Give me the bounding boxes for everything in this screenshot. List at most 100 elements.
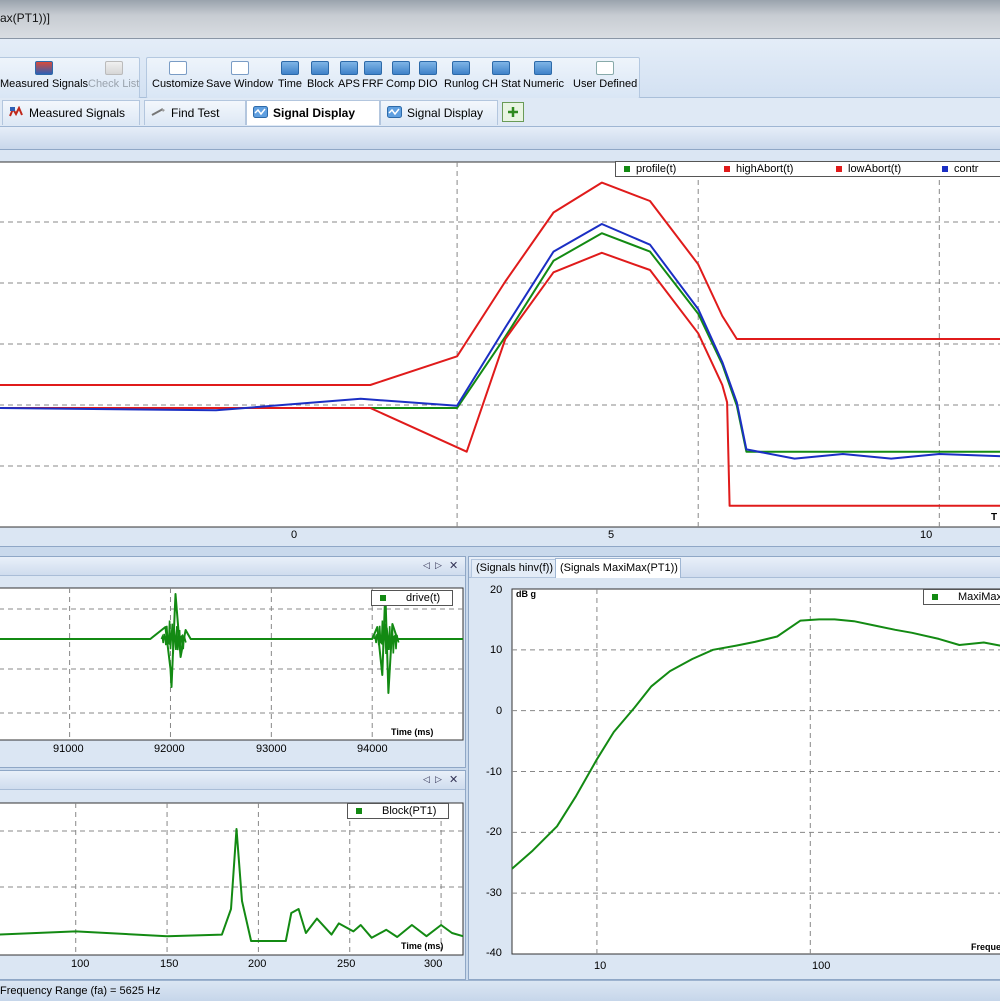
x-tick-label: 0 (291, 529, 298, 541)
tab-bar: Measured Signals Find Test Signal Displa… (0, 98, 1000, 127)
time-icon (281, 61, 300, 75)
toolbar-button-label: Customize (152, 78, 204, 90)
dio-icon (418, 61, 437, 75)
dio-button[interactable]: DIO (418, 61, 438, 90)
status-text: Frequency Range (fa) = 5625 Hz (0, 985, 161, 997)
legend-entry: Block(PT1) (382, 805, 437, 817)
x-tick-label: 93000 (256, 743, 287, 755)
status-bar: Frequency Range (fa) = 5625 Hz (0, 980, 1000, 1001)
block-panel-header: ◁ ▷ ✕ (0, 771, 465, 790)
legend-entry: drive(t) (406, 592, 441, 604)
legend-entry: highAbort(t) (736, 163, 794, 175)
toolbar-button-label: User Defined (573, 78, 638, 90)
find-test-icon (151, 108, 165, 116)
top-chart-panel: profile(t) highAbort(t) lowAbort(t) contr 0… (0, 149, 1000, 547)
tab-find-test[interactable]: Find Test (144, 100, 246, 125)
tab-signals-maximax[interactable]: (Signals MaxiMax(PT1)) (555, 558, 681, 578)
x-tick-label: 150 (160, 958, 179, 970)
panel-left-arrow-icon[interactable]: ◁ (423, 560, 430, 571)
tab-label: Find Test (171, 106, 220, 120)
frf-icon (363, 61, 382, 75)
frf-button[interactable]: FRF (362, 61, 383, 90)
legend-swatch (356, 807, 362, 814)
x-tick-label: 300 (424, 958, 443, 970)
runlog-button[interactable]: Runlog (444, 61, 479, 90)
x-axis-label: Time (ms) (391, 727, 434, 737)
legend-entry: profile(t) (636, 163, 677, 175)
y-tick-label: -40 (486, 947, 502, 959)
panel-right-arrow-icon[interactable]: ▷ (435, 774, 442, 785)
panel-right-arrow-icon[interactable]: ▷ (435, 560, 442, 571)
check-list-icon (104, 61, 123, 75)
comp-icon (391, 61, 410, 75)
user-defined-button[interactable]: User Defined (573, 61, 637, 90)
block-chart-legend: Block(PT1) (347, 803, 449, 819)
drive-chart-legend: drive(t) (371, 590, 453, 606)
legend-swatch (942, 165, 948, 172)
ch-stat-button[interactable]: CH Stat (482, 61, 521, 90)
y-tick-label: -10 (486, 766, 502, 778)
toolbar-button-label: FRF (362, 78, 384, 90)
x-tick-label: 200 (248, 958, 267, 970)
aps-button[interactable]: APS (338, 61, 360, 90)
drive-panel-header: ◁ ▷ ✕ (0, 557, 465, 576)
legend-swatch (624, 165, 630, 172)
block-chart-panel: ◁ ▷ ✕ Block(PT1) Time (ms) 100 150 200 2… (0, 770, 466, 980)
legend-entry: lowAbort(t) (848, 163, 902, 175)
x-tick-label: 10 (920, 529, 933, 541)
legend-swatch (932, 593, 938, 600)
legend-entry: contr (954, 163, 979, 175)
panel-close-icon[interactable]: ✕ (449, 773, 458, 786)
numeric-icon (534, 61, 553, 75)
time-button[interactable]: Time (278, 61, 302, 90)
x-tick-label: 5 (608, 529, 615, 541)
customize-icon (168, 61, 187, 75)
x-tick-label: 100 (812, 960, 831, 972)
tab-label: Signal Display (273, 106, 356, 120)
toolbar-button-label: Block (307, 78, 334, 90)
display-header-strip (0, 127, 1000, 149)
toolbar-button-label: DIO (418, 78, 438, 90)
maximax-chart-panel: (Signals hinv(f)) (Signals MaxiMax(PT1))… (468, 556, 1000, 980)
aps-icon (340, 61, 358, 75)
measured-signals-button[interactable]: Measured Signals (0, 61, 88, 90)
measured-signals-icon (9, 106, 23, 117)
top-chart-legend: profile(t) highAbort(t) lowAbort(t) contr (615, 161, 1000, 177)
signal-display-icon (387, 106, 402, 118)
toolbar-button-label: Comp (386, 78, 416, 90)
block-button[interactable]: Block (307, 61, 334, 90)
check-list-button[interactable]: Check List (88, 61, 139, 90)
toolbar-button-label: CH Stat (482, 78, 521, 90)
tab-measured-signals[interactable]: Measured Signals (2, 100, 140, 125)
x-tick-label: 250 (337, 958, 356, 970)
x-axis-label: Time (ms) (401, 941, 444, 951)
y-unit-label: dB g (516, 589, 536, 599)
panel-close-icon[interactable]: ✕ (449, 559, 458, 572)
x-tick-label: 10 (594, 960, 607, 972)
tab-signal-display-active[interactable]: Signal Display (246, 100, 380, 125)
measured-signals-icon (35, 61, 54, 75)
legend-swatch (380, 594, 386, 601)
customize-button[interactable]: Customize (152, 61, 204, 90)
tab-label: Measured Signals (29, 106, 126, 120)
toolbar-button-label: Time (278, 78, 303, 90)
top-chart[interactable] (0, 150, 1000, 546)
user-defined-icon (596, 61, 615, 75)
comp-button[interactable]: Comp (386, 61, 415, 90)
tab-signal-display[interactable]: Signal Display (380, 100, 498, 125)
tab-signals-hinv[interactable]: (Signals hinv(f)) (471, 559, 557, 578)
save-window-button[interactable]: Save Window (206, 61, 273, 90)
x-axis-label: Freque (971, 942, 1000, 952)
drive-chart-panel: ◁ ▷ ✕ drive(t) Time (ms) 91000 92000 930… (0, 556, 466, 768)
maximax-chart[interactable] (469, 577, 1000, 979)
title-bar: ax(PT1))] (0, 0, 1000, 39)
panel-left-arrow-icon[interactable]: ◁ (423, 774, 430, 785)
legend-swatch (836, 165, 842, 172)
legend-entry: MaxiMax (958, 591, 1000, 603)
tab-label: Signal Display (407, 106, 484, 120)
y-tick-label: -20 (486, 826, 502, 838)
y-tick-label: 20 (490, 584, 503, 596)
numeric-button[interactable]: Numeric (523, 61, 564, 90)
toolbar-button-label: Runlog (444, 78, 479, 90)
add-tab-button[interactable] (502, 102, 524, 122)
